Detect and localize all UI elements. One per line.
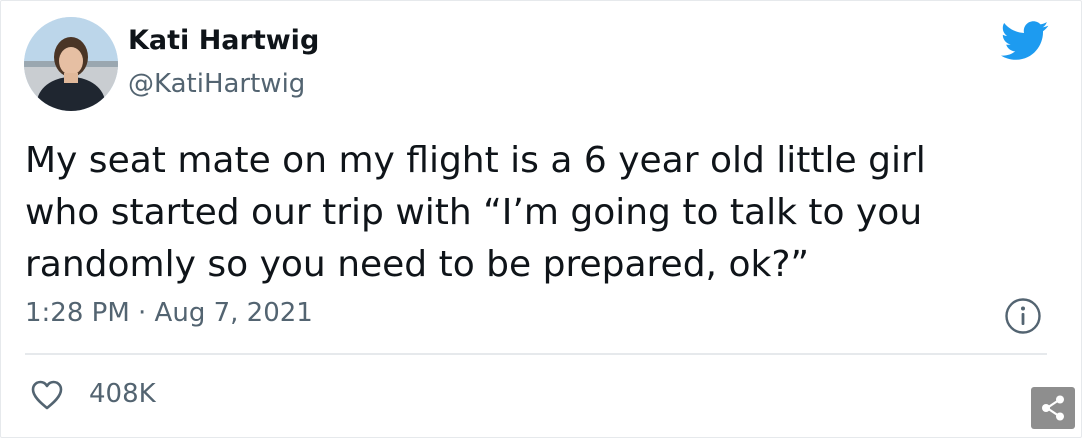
tweet-text-line: randomly so you need to be prepared, ok?… [25, 244, 810, 285]
info-icon[interactable] [1004, 297, 1042, 335]
share-icon [1042, 395, 1064, 421]
share-button[interactable] [1031, 387, 1075, 429]
tweet-card: Kati Hartwig @KatiHartwig My seat mate o… [0, 0, 1082, 438]
heart-icon[interactable] [30, 379, 64, 411]
avatar[interactable] [24, 17, 118, 111]
author-name[interactable]: Kati Hartwig [128, 25, 319, 56]
author-handle[interactable]: @KatiHartwig [128, 69, 305, 99]
twitter-bird-icon[interactable] [1001, 21, 1049, 61]
tweet-text-line: who started our trip with “I’m going to … [25, 192, 923, 233]
tweet-text: My seat mate on my flight is a 6 year ol… [25, 135, 1065, 291]
like-count[interactable]: 408K [89, 379, 156, 409]
tweet-timestamp[interactable]: 1:28 PM · Aug 7, 2021 [25, 298, 313, 328]
tweet-text-line: My seat mate on my flight is a 6 year ol… [25, 140, 926, 181]
avatar-photo [24, 17, 118, 111]
divider [25, 353, 1047, 355]
